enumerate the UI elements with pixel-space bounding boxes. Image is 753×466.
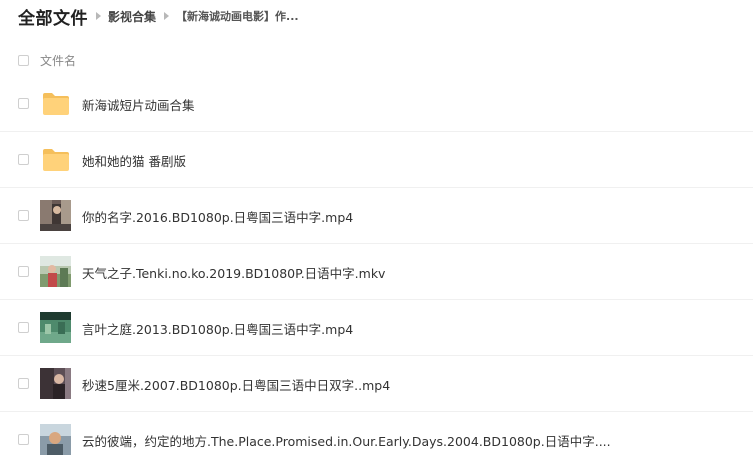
file-list-header: 文件名: [0, 45, 753, 75]
name-column-header[interactable]: 文件名: [40, 52, 76, 69]
file-row[interactable]: 云的彼端，约定的地方.The.Place.Promised.in.Our.Ear…: [0, 412, 753, 466]
video-thumbnail-icon: [40, 368, 71, 399]
row-checkbox[interactable]: [18, 98, 29, 109]
breadcrumb-current: 【新海诚动画电影】作...: [176, 10, 299, 23]
video-thumbnail-icon: [40, 312, 71, 343]
folder-icon: [43, 149, 69, 171]
breadcrumb-root-link[interactable]: 全部文件: [18, 4, 88, 29]
breadcrumb-separator-icon: [96, 12, 101, 20]
row-checkbox[interactable]: [18, 322, 29, 333]
file-name[interactable]: 天气之子.Tenki.no.ko.2019.BD1080P.日语中字.mkv: [82, 263, 385, 282]
file-name[interactable]: 你的名字.2016.BD1080p.日粤国三语中字.mp4: [82, 207, 353, 226]
file-name[interactable]: 她和她的猫 番剧版: [82, 151, 186, 170]
video-thumbnail-icon: [40, 200, 71, 231]
file-row[interactable]: 新海诚短片动画合集: [0, 76, 753, 132]
video-thumbnail-icon: [40, 424, 71, 455]
file-name[interactable]: 新海诚短片动画合集: [82, 95, 195, 114]
video-thumbnail-icon: [40, 256, 71, 287]
row-checkbox[interactable]: [18, 154, 29, 165]
breadcrumb-separator-icon: [164, 12, 170, 20]
breadcrumb-middle-link[interactable]: 影视合集: [108, 8, 156, 25]
folder-icon: [43, 93, 69, 115]
file-manager-page: 全部文件 影视合集 【新海诚动画电影】作... 文件名 新海诚短片动画合集 她和…: [0, 0, 753, 466]
row-checkbox[interactable]: [18, 266, 29, 277]
file-row[interactable]: 言叶之庭.2013.BD1080p.日粤国三语中字.mp4: [0, 300, 753, 356]
select-all-checkbox[interactable]: [18, 55, 29, 66]
file-row[interactable]: 你的名字.2016.BD1080p.日粤国三语中字.mp4: [0, 188, 753, 244]
file-row[interactable]: 秒速5厘米.2007.BD1080p.日粤国三语中日双字..mp4: [0, 356, 753, 412]
file-name[interactable]: 言叶之庭.2013.BD1080p.日粤国三语中字.mp4: [82, 319, 353, 338]
file-name[interactable]: 秒速5厘米.2007.BD1080p.日粤国三语中日双字..mp4: [82, 375, 390, 394]
row-checkbox[interactable]: [18, 210, 29, 221]
file-name[interactable]: 云的彼端，约定的地方.The.Place.Promised.in.Our.Ear…: [82, 431, 611, 450]
file-row[interactable]: 她和她的猫 番剧版: [0, 132, 753, 188]
breadcrumb: 全部文件 影视合集 【新海诚动画电影】作...: [18, 3, 299, 29]
row-checkbox[interactable]: [18, 434, 29, 445]
file-row[interactable]: 天气之子.Tenki.no.ko.2019.BD1080P.日语中字.mkv: [0, 244, 753, 300]
row-checkbox[interactable]: [18, 378, 29, 389]
